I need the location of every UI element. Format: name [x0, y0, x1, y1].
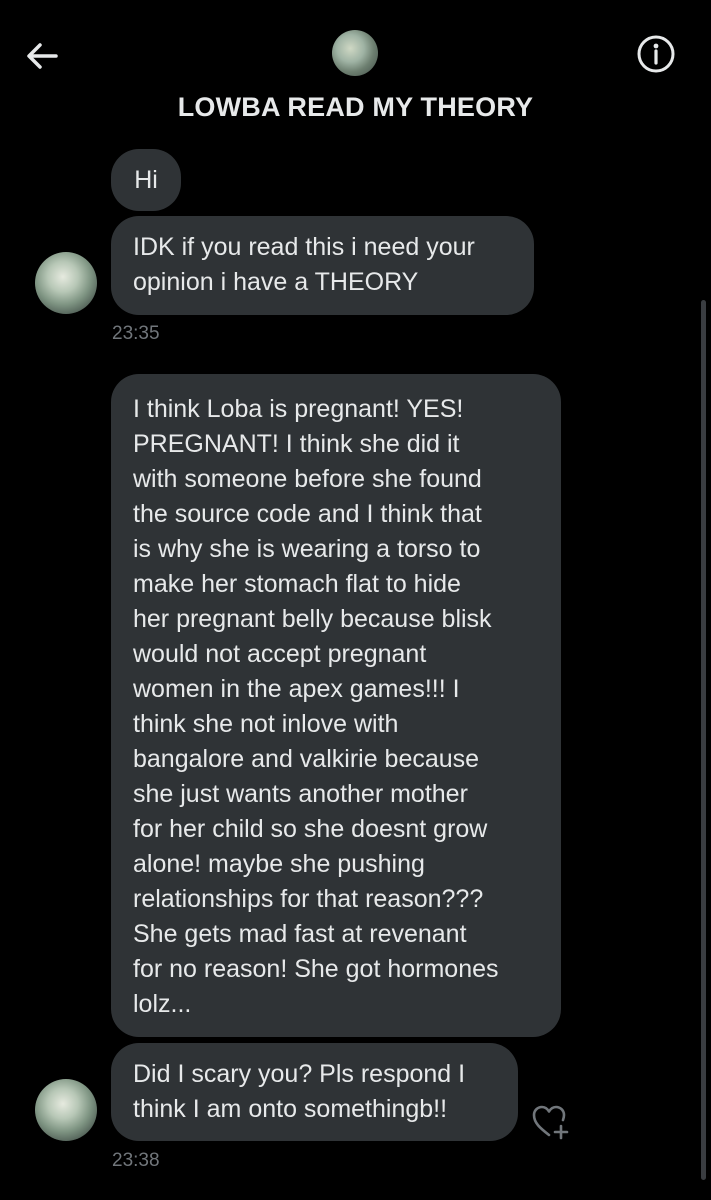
- message-line: the source code and I think that: [133, 500, 482, 528]
- message-timestamp: 23:38: [112, 1150, 160, 1171]
- message-line: think she not inlove with: [133, 710, 399, 738]
- message-line: think I am onto somethingb!!: [133, 1095, 448, 1123]
- message-line: relationships for that reason???: [133, 885, 484, 913]
- message-line: for her child so she doesnt grow: [133, 815, 488, 843]
- message-bubble[interactable]: IDK if you read this i need your opinion…: [111, 216, 534, 315]
- message-line: lolz...: [133, 990, 192, 1018]
- message-line: She gets mad fast at revenant: [133, 920, 467, 948]
- message-line: opinion i have a THEORY: [133, 268, 419, 296]
- message-timestamp: 23:35: [112, 323, 160, 344]
- message-line: is why she is wearing a torso to: [133, 535, 481, 563]
- message-line: with someone before she found: [133, 465, 482, 493]
- message-line: her pregnant belly because blisk: [133, 605, 492, 633]
- header-avatar[interactable]: [332, 30, 378, 76]
- message-line: women in the apex games!!! I: [133, 675, 460, 703]
- message-bubble[interactable]: Did I scary you? Pls respond I think I a…: [111, 1043, 518, 1141]
- message-line: for no reason! She got hormones: [133, 955, 499, 983]
- message-line: I think Loba is pregnant! YES!: [133, 395, 464, 423]
- message-line: make her stomach flat to hide: [133, 570, 461, 598]
- message-text: Hi: [134, 166, 158, 194]
- conversation-title: LOWBA READ MY THEORY: [177, 92, 534, 122]
- message-line: bangalore and valkirie because: [133, 745, 480, 773]
- message-line: alone! maybe she pushing: [133, 850, 425, 878]
- sender-avatar[interactable]: [35, 1079, 97, 1141]
- scrollbar[interactable]: [701, 300, 706, 1180]
- message-line: she just wants another mother: [133, 780, 468, 808]
- message-line: IDK if you read this i need your: [133, 233, 475, 261]
- heart-plus-icon[interactable]: [530, 1102, 572, 1140]
- message-bubble[interactable]: Hi: [111, 149, 181, 211]
- message-line: would not accept pregnant: [133, 640, 427, 668]
- message-bubble[interactable]: I think Loba is pregnant! YES! PREGNANT!…: [111, 374, 561, 1037]
- info-icon[interactable]: [634, 32, 678, 76]
- sender-avatar[interactable]: [35, 252, 97, 314]
- arrow-left-icon[interactable]: [22, 36, 62, 76]
- conversation-header: LOWBA READ MY THEORY: [0, 0, 711, 140]
- message-line: PREGNANT! I think she did it: [133, 430, 460, 458]
- message-line: Did I scary you? Pls respond I: [133, 1060, 466, 1088]
